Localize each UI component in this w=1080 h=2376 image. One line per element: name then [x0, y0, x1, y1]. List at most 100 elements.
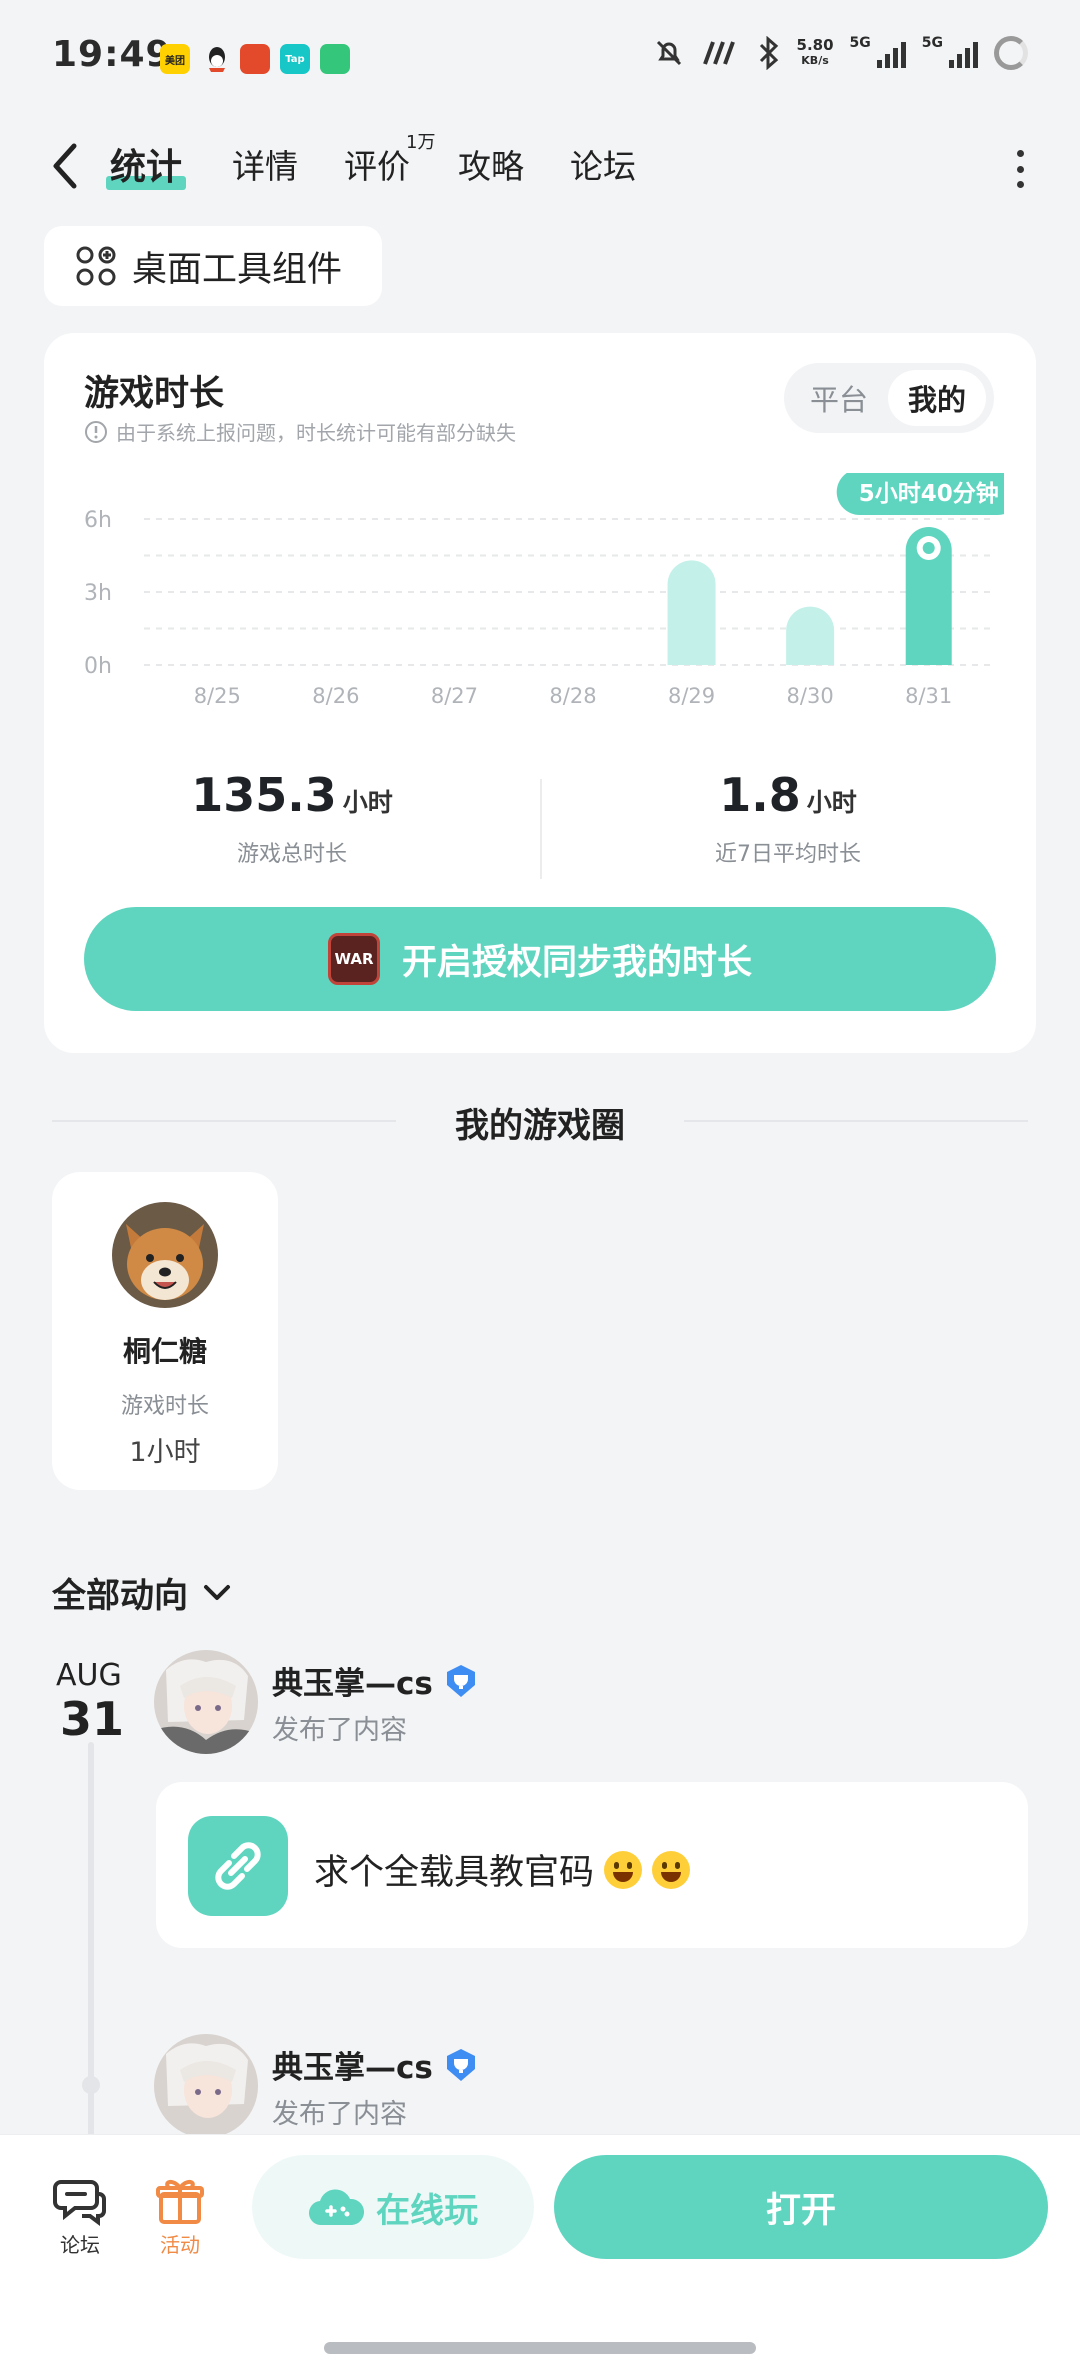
- sync-play-time-label: 开启授权同步我的时长: [401, 942, 752, 983]
- link-icon: [188, 1816, 288, 1916]
- chart-y-tick-label: 6h: [84, 508, 112, 533]
- chart-x-tick-label: 8/28: [549, 684, 596, 708]
- signal2-icon: [949, 38, 978, 68]
- post-date-month: AUG: [56, 1658, 122, 1693]
- post-action: 发布了内容: [272, 2099, 407, 2130]
- bottom-activity-label: 活动: [160, 2233, 200, 2257]
- network-speed: 5.80 KB/s: [797, 37, 834, 69]
- toggle-mine[interactable]: 我的: [888, 370, 986, 426]
- chart-x-tick-label: 8/31: [905, 684, 952, 708]
- mute-bell-icon: [656, 40, 681, 66]
- verified-badge-icon: [446, 1664, 475, 1697]
- qq-icon: [202, 44, 232, 74]
- battery-icon: [994, 36, 1028, 70]
- tab-details-label: 详情: [232, 147, 298, 186]
- info-icon: [85, 420, 107, 443]
- author-name[interactable]: 典玉掌—cs: [272, 2042, 479, 2087]
- network-speed-value: 5.80: [796, 36, 834, 54]
- game-circle-title: 我的游戏圈: [455, 1106, 625, 1146]
- activity-filter-dropdown[interactable]: 全部动向: [52, 1568, 232, 1617]
- author-avatar[interactable]: [154, 1650, 258, 1754]
- average-play-time-unit: 小时: [806, 788, 857, 817]
- play-time-chart: 0h 3h 6h 8/25 8/26 8/27 8/28 8/29 8/30 5小时40分钟 8/3…: [84, 473, 1004, 708]
- post-card[interactable]: 求个全载具教官码: [156, 1782, 1028, 1948]
- review-count-badge: 1万: [406, 132, 436, 153]
- grinning-emoji-icon: [604, 1850, 643, 1889]
- tab-stats[interactable]: 统计: [106, 138, 187, 190]
- average-play-time-label: 近7日平均时长: [715, 842, 861, 867]
- tab-guides-label: 攻略: [458, 147, 524, 186]
- author-avatar[interactable]: [154, 2034, 258, 2138]
- video-app-icon: [320, 44, 350, 74]
- tab-stats-label: 统计: [110, 147, 183, 188]
- anime-avatar-icon: [154, 1650, 258, 1754]
- desktop-widget-button[interactable]: 桌面工具组件: [44, 226, 382, 306]
- shiba-dog-avatar-icon: [112, 1202, 218, 1308]
- anime-avatar-icon: [154, 2034, 258, 2138]
- open-game-button[interactable]: 打开: [554, 2155, 1048, 2259]
- more-options-icon[interactable]: [1010, 144, 1030, 194]
- toggle-platform[interactable]: 平台: [792, 370, 886, 426]
- tab-forum-label: 论坛: [570, 147, 636, 186]
- chart-x-tick-label: 8/27: [431, 684, 478, 708]
- tab-reviews-label: 评价: [344, 147, 410, 186]
- activity-filter-label: 全部动向: [52, 1576, 188, 1616]
- friend-play-time-value: 1小时: [129, 1437, 201, 1468]
- cloud-gamepad-icon: [309, 2189, 364, 2226]
- bluetooth-icon: [759, 36, 778, 70]
- chart-bar: [667, 560, 716, 665]
- chart-value-label: 5小时40分钟: [859, 481, 999, 507]
- play-online-button[interactable]: 在线玩: [252, 2155, 534, 2259]
- open-game-label: 打开: [765, 2190, 836, 2231]
- clock: 19:49: [52, 34, 172, 75]
- game-logo-icon: WAR: [327, 933, 380, 985]
- meituan-icon: 美团: [160, 44, 190, 74]
- play-online-label: 在线玩: [376, 2190, 478, 2231]
- back-arrow-icon[interactable]: [42, 136, 92, 196]
- status-bar: 19:49 美团 Tap 5.80 KB/s 5G 5G: [0, 0, 1080, 120]
- chart-y-tick-label: 0h: [84, 654, 112, 679]
- author-name[interactable]: 典玉掌—cs: [272, 1658, 479, 1703]
- verified-badge-icon: [446, 2048, 475, 2081]
- chevron-down-icon: [204, 1584, 230, 1600]
- total-play-time-value: 135.3: [191, 768, 337, 822]
- tab-forum[interactable]: 论坛: [570, 140, 636, 188]
- chart-highlight-dot: [922, 542, 935, 555]
- game-app-icon: [240, 44, 270, 74]
- home-indicator[interactable]: [324, 2342, 756, 2354]
- average-play-time-value: 1.8: [719, 768, 801, 822]
- play-time-note: 由于系统上报问题，时长统计可能有部分缺失: [84, 417, 516, 446]
- sync-play-time-button[interactable]: WAR 开启授权同步我的时长: [84, 907, 996, 1011]
- bottom-action-bar: 论坛 活动 在线玩 打开: [0, 2134, 1080, 2376]
- post-text-content: 求个全载具教官码: [314, 1853, 595, 1893]
- network-speed-unit: KB/s: [801, 54, 829, 67]
- bottom-activity-button[interactable]: 活动: [140, 2173, 220, 2258]
- post-text: 求个全载具教官码: [314, 1844, 691, 1895]
- widget-grid-icon: [76, 246, 116, 286]
- signal2-label: 5G: [921, 35, 943, 51]
- grinning-emoji-icon: [652, 1850, 691, 1889]
- chart-x-tick-label: 8/29: [668, 684, 715, 708]
- chart-x-tick-label: 8/25: [194, 684, 241, 708]
- play-time-card: 游戏时长 由于系统上报问题，时长统计可能有部分缺失 平台 我的 0h 3h 6h 8/…: [44, 333, 1036, 1053]
- desktop-widget-label: 桌面工具组件: [132, 249, 343, 290]
- taptap-icon: Tap: [280, 44, 310, 74]
- timeline-dot: [82, 2076, 100, 2094]
- play-time-title: 游戏时长: [84, 374, 225, 414]
- nfc-icon: [702, 41, 735, 65]
- tab-details[interactable]: 详情: [232, 140, 298, 188]
- friend-play-time-label: 游戏时长: [120, 1394, 209, 1419]
- average-play-time: 1.8 小时 近7日平均时长: [540, 768, 1036, 868]
- bottom-forum-button[interactable]: 论坛: [40, 2173, 120, 2258]
- post-date-day: 31: [60, 1692, 125, 1746]
- tab-reviews[interactable]: 评价: [344, 140, 410, 188]
- tab-guides[interactable]: 攻略: [458, 140, 524, 188]
- source-toggle: 平台 我的: [784, 363, 994, 433]
- friend-card[interactable]: 桐仁糖 游戏时长 1小时: [52, 1172, 278, 1490]
- chart-x-tick-label: 8/30: [787, 684, 834, 708]
- chart-y-tick-label: 3h: [84, 581, 112, 606]
- author-name-text: 典玉掌—cs: [272, 2050, 433, 2086]
- gift-icon: [156, 2180, 204, 2224]
- post-action: 发布了内容: [272, 1715, 407, 1746]
- avatar: [112, 1202, 218, 1308]
